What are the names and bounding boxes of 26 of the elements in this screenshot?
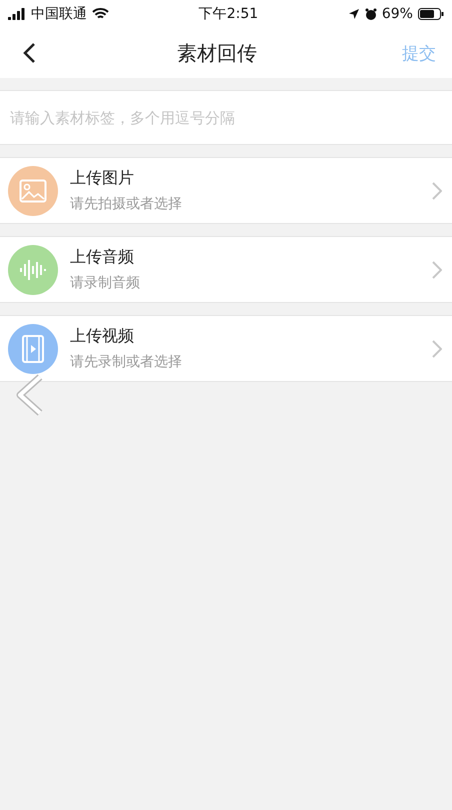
upload-option-title: 上传音频	[70, 247, 135, 268]
clock-time: 下午2:51	[198, 5, 258, 23]
page-title: 素材回传	[177, 40, 257, 66]
signal-icon	[8, 8, 26, 20]
upload-option-row[interactable]: 上传图片 请先拍摄或者选择	[0, 157, 452, 224]
alarm-clock-icon	[364, 8, 377, 20]
upload-option-hint: 请录制音频	[70, 274, 141, 292]
upload-option-title: 上传视频	[70, 326, 135, 347]
battery-icon	[418, 8, 444, 20]
location-arrow-icon	[348, 8, 360, 20]
chevron-right-icon	[432, 340, 442, 358]
carrier-name: 中国联通	[31, 5, 87, 23]
back-icon[interactable]	[22, 42, 36, 64]
chevron-right-icon	[432, 260, 442, 278]
upload-option-row[interactable]: 上传音频 请录制音频	[0, 236, 452, 303]
film-icon	[22, 334, 44, 362]
tag-input-field[interactable]: 请输入素材标签，多个用逗号分隔	[0, 90, 452, 145]
upload-option-title: 上传图片	[70, 168, 135, 189]
chevron-right-icon	[432, 182, 442, 200]
upload-option-hint: 请先录制或者选择	[70, 353, 183, 371]
upload-option-hint: 请先拍摄或者选择	[70, 195, 183, 213]
battery-percentage: 69%	[382, 6, 413, 22]
upload-option-row[interactable]: 上传视频 请先录制或者选择	[0, 315, 452, 382]
image-icon	[19, 178, 47, 202]
wifi-icon	[92, 8, 109, 20]
sound-wave-icon	[20, 258, 46, 280]
